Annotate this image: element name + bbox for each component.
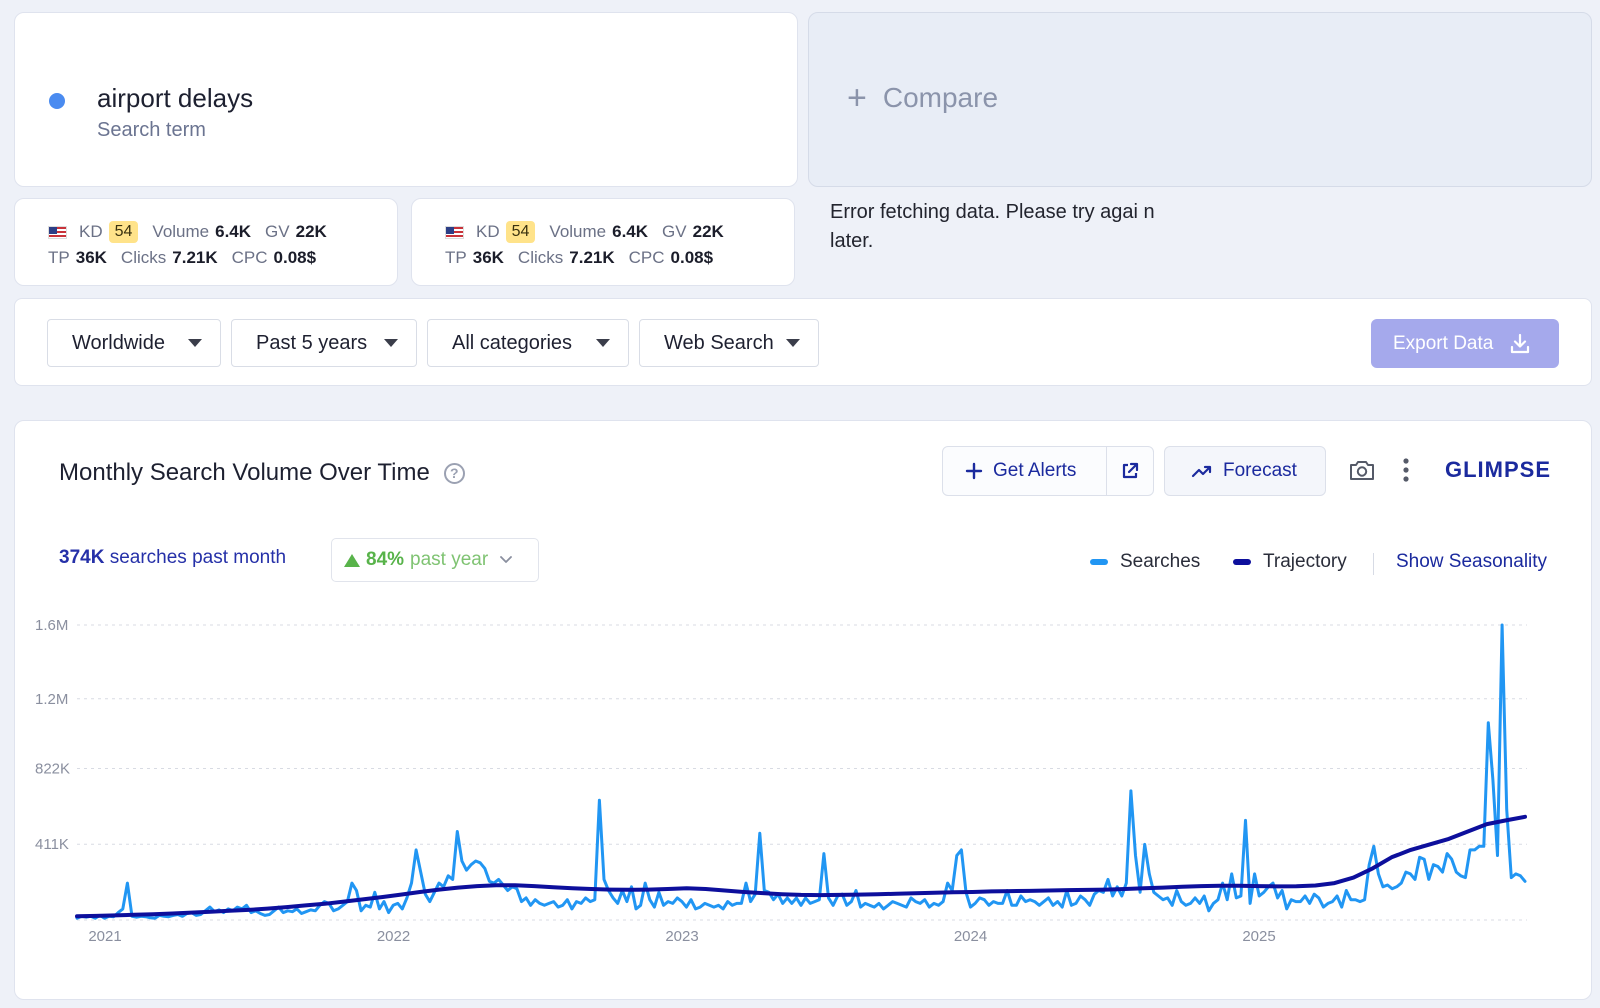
kd-label: KD: [476, 222, 500, 241]
keyword-metrics-card: KD 54 Volume 6.4K GV 22K TP 36K Clicks 7…: [14, 198, 398, 286]
x-tick-label: 2022: [377, 928, 410, 945]
export-label: Export Data: [1393, 332, 1494, 354]
source-value: Web Search: [664, 331, 774, 354]
x-tick-label: 2024: [954, 928, 987, 945]
y-tick-label: 822K: [35, 760, 70, 777]
cpc-value: 0.08$: [670, 248, 714, 267]
x-tick-label: 2025: [1242, 928, 1275, 945]
search-volume-chart: 411K 822K 1.2M 1.6M 2021 2022 2023 2024 2025: [35, 617, 1527, 945]
download-icon: [1511, 333, 1530, 353]
category-value: All categories: [452, 331, 573, 354]
region-value: Worldwide: [72, 331, 165, 354]
y-tick-label: 1.2M: [35, 691, 68, 708]
compare-button[interactable]: + Compare: [808, 12, 1592, 187]
clicks-value: 7.21K: [569, 248, 615, 267]
keyword-metrics-card: KD 54 Volume 6.4K GV 22K TP 36K Clicks 7…: [411, 198, 795, 286]
searches-series-line: [75, 623, 1527, 920]
filter-bar: Worldwide Past 5 years All categories We…: [14, 298, 1592, 386]
tp-value: 36K: [75, 248, 107, 267]
chart-panel: Monthly Search Volume Over Time ? Get Al…: [14, 420, 1592, 1000]
caret-down-icon: [188, 339, 202, 347]
tp-label: TP: [48, 248, 70, 267]
gv-value: 22K: [295, 222, 327, 241]
period-value: Past 5 years: [256, 331, 368, 354]
clicks-value: 7.21K: [172, 248, 218, 267]
volume-label: Volume: [549, 222, 607, 241]
caret-down-icon: [384, 339, 398, 347]
volume-value: 6.4K: [612, 222, 649, 241]
y-tick-label: 1.6M: [35, 617, 68, 634]
gv-label: GV: [662, 222, 687, 241]
y-tick-label: 411K: [35, 836, 69, 853]
source-dropdown[interactable]: Web Search: [639, 319, 819, 367]
caret-down-icon: [786, 339, 800, 347]
x-tick-label: 2023: [665, 928, 698, 945]
us-flag-icon: [445, 225, 464, 239]
cpc-label: CPC: [628, 248, 665, 267]
compare-label: Compare: [882, 82, 999, 113]
gv-label: GV: [265, 222, 290, 241]
plus-icon: +: [847, 79, 867, 117]
tp-value: 36K: [472, 248, 504, 267]
search-term-card[interactable]: airport delays Search term: [14, 12, 798, 187]
category-dropdown[interactable]: All categories: [427, 319, 629, 367]
cpc-value: 0.08$: [273, 248, 317, 267]
error-message: Error fetching data. Please try agai n l…: [830, 201, 1155, 252]
kd-badge: 54: [108, 221, 139, 243]
us-flag-icon: [48, 225, 67, 239]
clicks-label: Clicks: [120, 248, 167, 267]
caret-down-icon: [596, 339, 610, 347]
gv-value: 22K: [692, 222, 724, 241]
volume-value: 6.4K: [215, 222, 252, 241]
search-term-subtitle: Search term: [97, 119, 206, 141]
kd-badge: 54: [505, 221, 536, 243]
export-data-button[interactable]: Export Data: [1371, 319, 1559, 368]
tp-label: TP: [445, 248, 467, 267]
search-term-name: airport delays: [97, 83, 254, 113]
region-dropdown[interactable]: Worldwide: [47, 319, 221, 367]
period-dropdown[interactable]: Past 5 years: [231, 319, 417, 367]
cpc-label: CPC: [231, 248, 268, 267]
x-tick-label: 2021: [88, 928, 121, 945]
kd-label: KD: [79, 222, 103, 241]
volume-label: Volume: [152, 222, 210, 241]
clicks-label: Clicks: [517, 248, 564, 267]
term-color-dot: [49, 93, 65, 109]
